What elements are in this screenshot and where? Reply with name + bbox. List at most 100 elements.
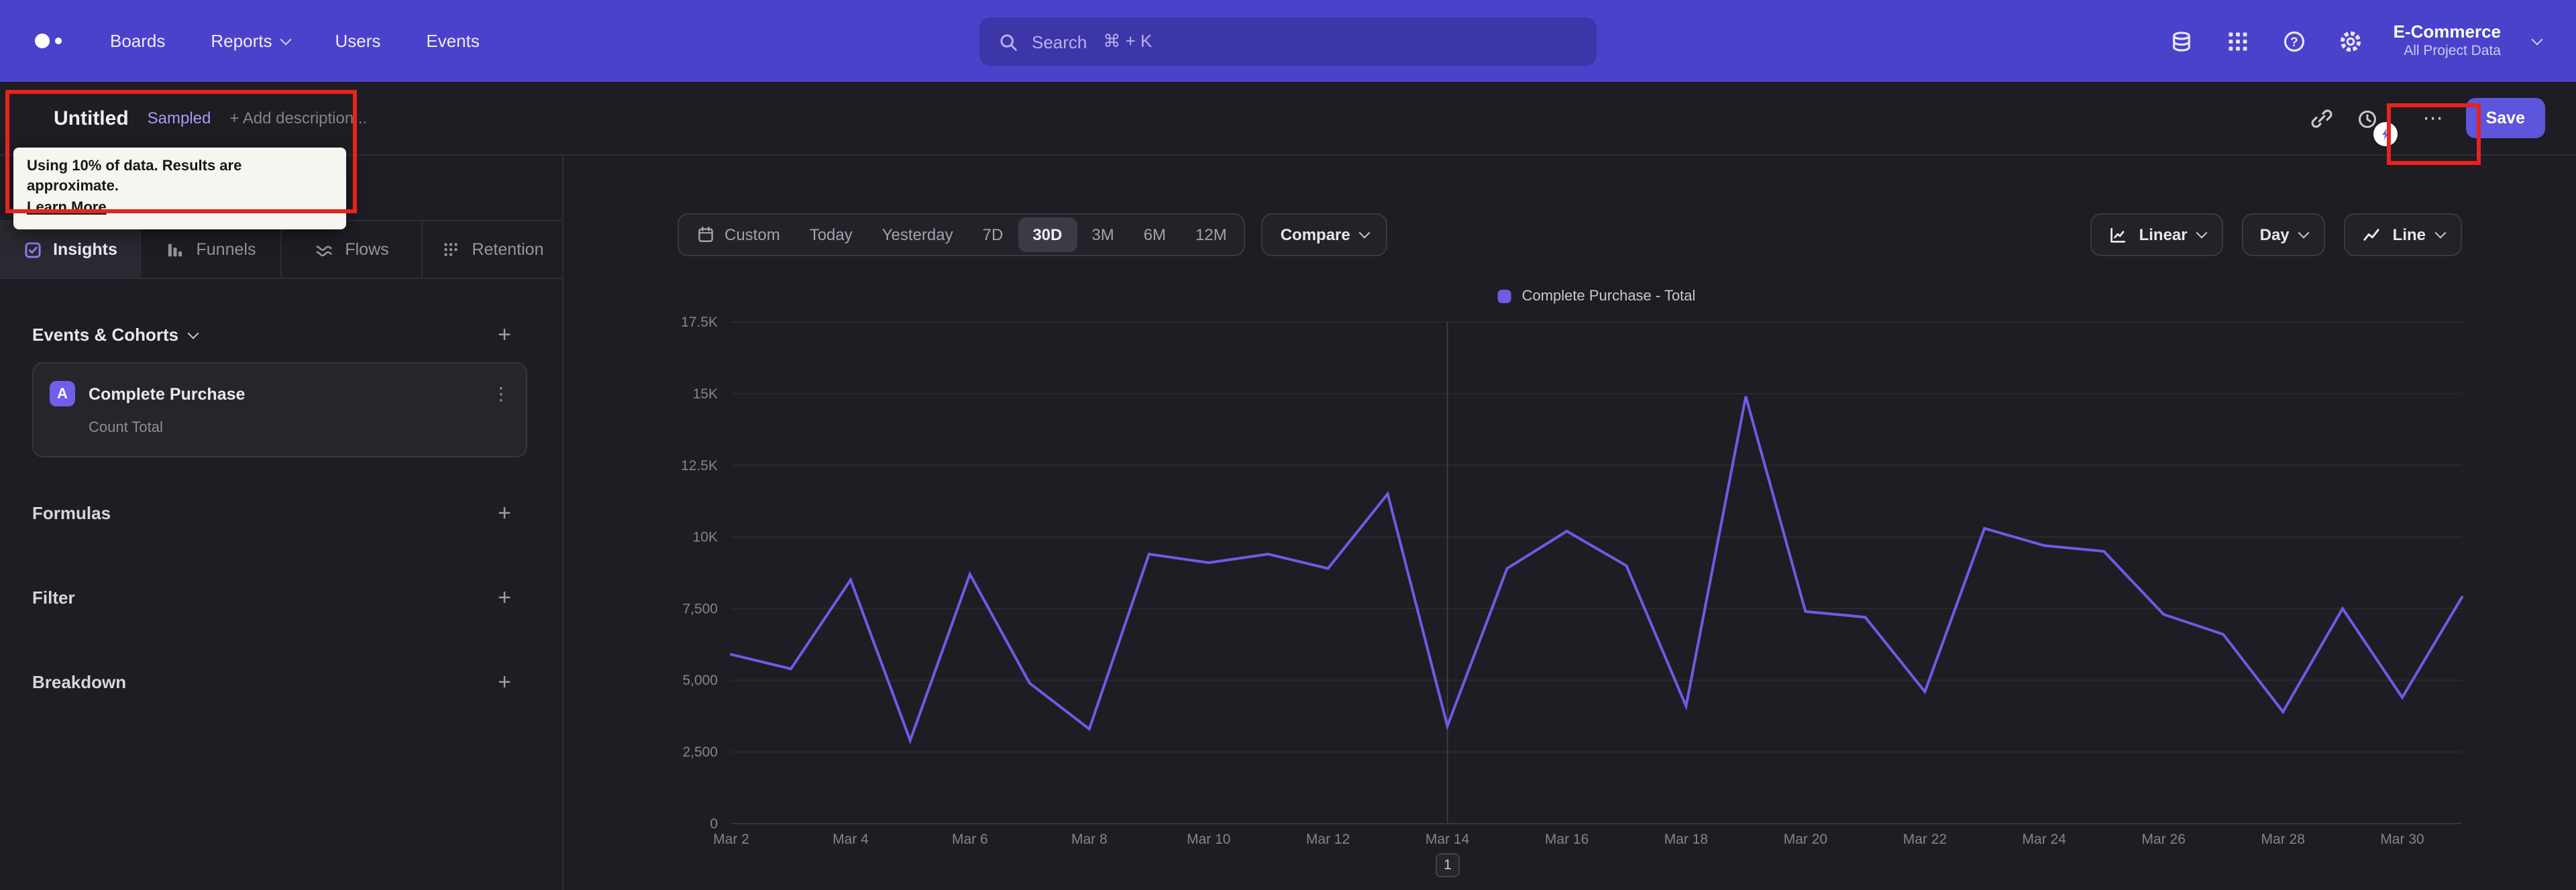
legend-label: Complete Purchase - Total — [1521, 288, 1696, 304]
range-12m[interactable]: 12M — [1181, 217, 1242, 252]
sidebar-content: Events & Cohorts + A Complete Purchase ⋮… — [0, 279, 562, 890]
view-option-label: Line — [2392, 225, 2426, 244]
svg-text:Mar 30: Mar 30 — [2380, 832, 2424, 847]
compare-label: Compare — [1280, 225, 1350, 244]
project-switcher[interactable]: E-Commerce All Project Data — [2394, 22, 2501, 60]
svg-text:Mar 28: Mar 28 — [2261, 832, 2305, 847]
section-label: Formulas — [32, 503, 111, 523]
report-header: Untitled Sampled + Add description... ⋯ … — [0, 82, 2576, 165]
sidebar: Insights Funnels Flows Retention Events & C… — [0, 156, 564, 890]
learn-more-link[interactable]: Learn More — [27, 200, 107, 216]
svg-text:7,500: 7,500 — [682, 601, 718, 616]
sampling-tooltip: Using 10% of data. Results are approxima… — [13, 148, 346, 230]
topnav: Boards Reports Users Events Search ⌘ + K ? … — [0, 0, 2576, 82]
range-custom[interactable]: Custom — [682, 217, 795, 252]
range-30d[interactable]: 30D — [1018, 217, 1077, 252]
topnav-right: ? E-Commerce All Project Data — [2168, 22, 2543, 60]
event-name[interactable]: Complete Purchase — [89, 384, 479, 403]
add-event-button[interactable]: + — [498, 323, 511, 346]
add-description-button[interactable]: + Add description... — [229, 109, 367, 127]
range-label: 7D — [982, 225, 1004, 244]
range-label: 12M — [1195, 225, 1227, 244]
svg-text:2,500: 2,500 — [682, 744, 718, 760]
nav-item-boards[interactable]: Boards — [110, 31, 165, 51]
event-card[interactable]: A Complete Purchase ⋮ Count Total — [32, 362, 527, 457]
sampling-toggle-knob — [2373, 122, 2398, 146]
range-label: 30D — [1032, 225, 1063, 244]
tab-insights[interactable]: Insights — [0, 221, 141, 278]
view-option-linear[interactable]: Linear — [2090, 213, 2224, 256]
svg-text:Mar 12: Mar 12 — [1306, 832, 1350, 847]
view-option-label: Day — [2259, 225, 2290, 244]
chart-legend: Complete Purchase - Total — [1497, 288, 1696, 304]
compare-button[interactable]: Compare — [1261, 213, 1388, 256]
range-label: Custom — [724, 225, 780, 244]
chevron-down-icon — [2298, 227, 2310, 239]
legend-swatch — [1497, 290, 1511, 303]
tab-retention[interactable]: Retention — [423, 221, 562, 278]
svg-text:Mar 24: Mar 24 — [2023, 832, 2067, 847]
nav-item-events[interactable]: Events — [426, 31, 480, 51]
sampling-tooltip-text: Using 10% of data. Results are approxima… — [27, 158, 242, 195]
range-today[interactable]: Today — [795, 217, 867, 252]
events-cohorts-chevron-down-icon — [187, 327, 199, 339]
main-content: Custom Today Yesterday 7D 30D 3M 6M 12M Compare… — [564, 156, 2576, 890]
events-cohorts-header: Events & Cohorts + — [32, 323, 511, 346]
nav-item-label: Reports — [211, 31, 272, 51]
app: Boards Reports Users Events Search ⌘ + K ? … — [0, 0, 2576, 890]
date-range-group: Custom Today Yesterday 7D 30D 3M 6M 12M — [678, 213, 1246, 256]
range-yesterday[interactable]: Yesterday — [867, 217, 968, 252]
line-chart-icon — [2362, 225, 2382, 245]
save-button[interactable]: Save — [2465, 98, 2545, 138]
range-label: 3M — [1091, 225, 1114, 244]
svg-text:Mar 14: Mar 14 — [1426, 832, 1470, 847]
tab-label: Funnels — [196, 240, 256, 259]
project-chevron-down-icon[interactable] — [2531, 33, 2543, 45]
search-input[interactable]: Search ⌘ + K — [979, 17, 1597, 66]
mixpanel-logo-icon[interactable] — [35, 34, 62, 48]
range-3m[interactable]: 3M — [1077, 217, 1128, 252]
funnels-icon — [166, 239, 186, 260]
event-aggregation[interactable]: Count Total — [89, 419, 510, 437]
nav-item-label: Boards — [110, 31, 166, 51]
view-option-line[interactable]: Line — [2344, 213, 2462, 256]
data-icon[interactable] — [2168, 27, 2195, 54]
report-header-actions: ⋯ Save — [2310, 98, 2545, 165]
events-cohorts-label-wrap[interactable]: Events & Cohorts — [32, 325, 199, 345]
svg-text:0: 0 — [710, 816, 718, 832]
svg-text:Mar 8: Mar 8 — [1071, 832, 1108, 847]
logo-dot-small — [55, 38, 62, 44]
nav-item-users[interactable]: Users — [335, 31, 380, 51]
settings-icon[interactable] — [2337, 27, 2364, 54]
tab-flows[interactable]: Flows — [282, 221, 423, 278]
view-option-day[interactable]: Day — [2242, 213, 2326, 256]
add-formulas-button[interactable]: + — [498, 502, 511, 524]
search-shortcut: ⌘ + K — [1103, 31, 1152, 51]
sampled-badge[interactable]: Sampled — [148, 109, 211, 127]
svg-text:Mar 4: Mar 4 — [833, 832, 869, 847]
add-breakdown-button[interactable]: + — [498, 671, 511, 693]
help-icon[interactable]: ? — [2281, 27, 2308, 54]
pagination-page-1[interactable]: 1 — [1436, 853, 1460, 877]
nav-item-reports[interactable]: Reports — [211, 31, 291, 51]
compare-chevron-down-icon — [1359, 227, 1371, 239]
event-kebab-menu-icon[interactable]: ⋮ — [492, 383, 510, 404]
flows-icon — [314, 239, 334, 260]
tab-funnels[interactable]: Funnels — [141, 221, 282, 278]
report-title[interactable]: Untitled — [54, 107, 129, 129]
svg-text:Mar 20: Mar 20 — [1784, 832, 1827, 847]
more-options-icon[interactable]: ⋯ — [2423, 106, 2445, 130]
svg-text:5,000: 5,000 — [682, 673, 718, 688]
add-filter-button[interactable]: + — [498, 586, 511, 609]
apps-grid-icon[interactable] — [2224, 27, 2251, 54]
link-icon[interactable] — [2310, 106, 2334, 130]
svg-text:?: ? — [2290, 35, 2298, 49]
section-label: Breakdown — [32, 672, 127, 692]
line-chart-canvas[interactable]: 0 2,500 5,000 7,500 10K 12.5K 15K 17.5K Mar 2 Mar… — [577, 306, 2549, 858]
range-label: Today — [809, 225, 853, 244]
range-6m[interactable]: 6M — [1129, 217, 1181, 252]
nav-item-label: Users — [335, 31, 381, 51]
project-scope: All Project Data — [2404, 43, 2501, 59]
range-7d[interactable]: 7D — [968, 217, 1018, 252]
events-cohorts-label: Events & Cohorts — [32, 325, 179, 345]
